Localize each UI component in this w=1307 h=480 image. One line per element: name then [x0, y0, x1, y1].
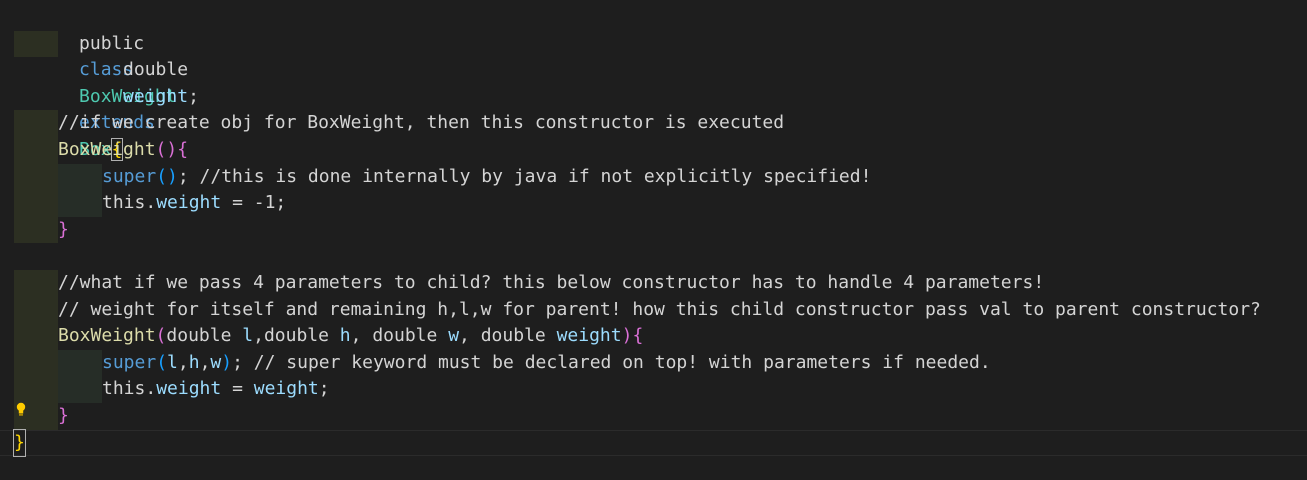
comma: ,: [177, 351, 189, 373]
indent-guide: [58, 376, 102, 403]
param-type: double: [372, 325, 449, 347]
comma: ,: [459, 325, 481, 347]
param-type: double: [263, 325, 340, 347]
comment: // weight for itself and remaining h,l,w…: [58, 298, 1261, 320]
code-line-14[interactable]: super(l,h,w); // super keyword must be d…: [0, 349, 1307, 377]
this-keyword: this: [102, 192, 146, 214]
arg-w: w: [210, 351, 222, 373]
super-keyword: super: [102, 351, 157, 373]
constructor-open-brace: {: [632, 325, 644, 347]
code-line-17[interactable]: }: [0, 428, 1307, 458]
param-l: l: [242, 325, 254, 347]
constructor-close-brace: }: [58, 218, 69, 240]
constructor-open-brace: {: [177, 139, 189, 160]
indent-guide: [14, 323, 58, 350]
indent-guide: [14, 349, 58, 377]
code-line-5[interactable]: //if we create obj for BoxWeight, then t…: [0, 110, 1307, 137]
close-paren: ): [621, 325, 633, 347]
field-ref: weight: [156, 378, 222, 400]
code-line-16[interactable]: }: [0, 403, 1307, 430]
indent-guide: [14, 270, 58, 297]
super-comment: ; //this is done internally by java if n…: [177, 165, 872, 187]
indent-guide: [58, 349, 102, 377]
code-line-11[interactable]: //what if we pass 4 parameters to child?…: [0, 270, 1307, 297]
arg-h: h: [188, 351, 200, 373]
code-line-13[interactable]: BoxWeight(double l,double h, double w, d…: [0, 323, 1307, 350]
open-paren: (: [155, 325, 167, 347]
indent-guide: [58, 190, 102, 217]
comment: //what if we pass 4 parameters to child?…: [58, 272, 1045, 293]
comma: ,: [253, 325, 264, 347]
indent-guide: [14, 163, 58, 191]
code-line-8[interactable]: this.weight = -1;: [0, 190, 1307, 217]
code-line-12[interactable]: // weight for itself and remaining h,l,w…: [0, 296, 1307, 324]
constructor-parens: (): [155, 139, 178, 160]
this-keyword: this: [102, 378, 146, 400]
indent-guide: [14, 216, 58, 244]
comment: //if we create obj for BoxWeight, then t…: [58, 112, 785, 134]
dot: .: [145, 192, 157, 214]
assignment: = -1;: [221, 192, 287, 214]
code-line-7[interactable]: super(); //this is done internally by ja…: [0, 163, 1307, 191]
code-editor[interactable]: public class BoxWeight extends Box{ doub…: [0, 0, 1307, 480]
comma: ,: [199, 351, 211, 373]
assignment-op: =: [221, 378, 254, 400]
field-ref: weight: [156, 192, 222, 214]
code-line-1[interactable]: public class BoxWeight extends Box{: [0, 4, 1307, 161]
close-paren: ): [221, 351, 233, 373]
indent-guide: [14, 137, 58, 164]
code-line-15[interactable]: this.weight = weight;: [0, 376, 1307, 403]
code-line-4[interactable]: [0, 84, 1307, 111]
code-line-6[interactable]: BoxWeight(){: [0, 137, 1307, 164]
param-type: double: [166, 325, 243, 347]
indent-guide: [14, 190, 58, 217]
dot: .: [145, 378, 157, 400]
constructor-close-brace: }: [58, 405, 69, 426]
super-parens: (): [156, 165, 178, 187]
arg-l: l: [167, 351, 178, 373]
semicolon: ;: [318, 378, 330, 400]
param-ref: weight: [253, 378, 319, 400]
super-keyword: super: [102, 165, 157, 187]
param-w: w: [448, 325, 460, 347]
comma: ,: [350, 325, 373, 347]
class-close-brace: }: [13, 428, 26, 458]
indent-guide: [14, 30, 58, 58]
code-line-3[interactable]: [0, 57, 1307, 84]
constructor-name: BoxWeight: [58, 325, 156, 347]
code-line-10[interactable]: [0, 243, 1307, 270]
param-h: h: [339, 325, 351, 347]
param-type: double: [480, 325, 557, 347]
indent-guide: [14, 376, 58, 403]
code-line-9[interactable]: }: [0, 216, 1307, 244]
code-line-2[interactable]: double weight;: [0, 30, 1307, 107]
open-paren: (: [156, 351, 168, 373]
indent-guide: [58, 163, 102, 191]
super-comment: ; // super keyword must be declared on t…: [232, 351, 991, 373]
param-weight: weight: [556, 325, 622, 347]
indent-guide: [14, 296, 58, 324]
indent-guide: [14, 110, 58, 137]
lightbulb-icon[interactable]: [14, 401, 28, 419]
constructor-name: BoxWeight: [58, 139, 156, 160]
